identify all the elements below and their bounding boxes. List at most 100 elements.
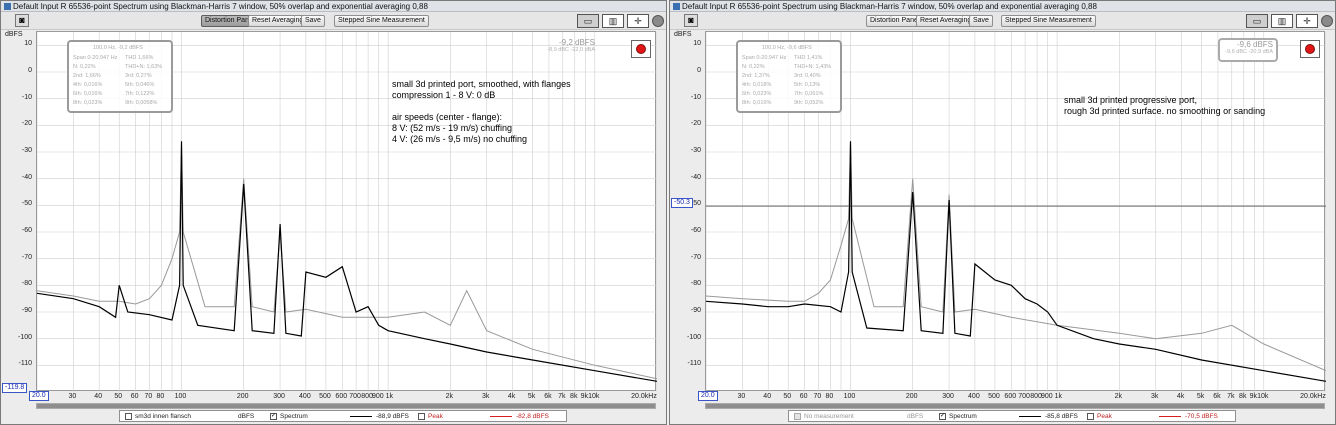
scrollbar-thumb[interactable] — [706, 404, 1324, 408]
record-button[interactable] — [1300, 40, 1320, 58]
fit-axes-icon[interactable]: ✛ — [1296, 14, 1318, 28]
table-view-icon[interactable]: ▥ — [602, 14, 624, 28]
distortion-panel-button[interactable]: Distortion Panel — [866, 15, 924, 27]
overlay-unit: dBFS — [907, 413, 924, 420]
reset-averaging-button[interactable]: Reset Averaging — [248, 15, 308, 27]
x-tick-label: 3k — [482, 393, 490, 400]
x-start-readout[interactable]: 20.0 — [29, 391, 49, 401]
distortion-value: THD 1,41% — [794, 55, 823, 61]
distortion-value: 2nd: 1,37% — [742, 73, 770, 79]
y-tick-label: 10 — [693, 40, 701, 48]
y-tick-label: -80 — [21, 280, 32, 288]
series-line-spectrum — [706, 141, 1326, 382]
spectrum-checkbox[interactable]: ✓ — [939, 413, 946, 420]
x-tick-label: 6k — [544, 393, 552, 400]
horizontal-scrollbar[interactable] — [36, 403, 656, 409]
y-tick-label: -10 — [690, 93, 701, 101]
x-start-readout[interactable]: 20.0 — [698, 391, 718, 401]
stepped-sine-button[interactable]: Stepped Sine Measurement — [334, 15, 429, 27]
x-tick-label: 2k — [1114, 393, 1123, 400]
table-view-icon[interactable]: ▥ — [1271, 14, 1293, 28]
x-tick-label: 8k — [570, 393, 578, 400]
display-mode-icon[interactable]: ▭ — [1246, 14, 1268, 28]
x-tick-label: 9k — [1249, 393, 1258, 400]
x-tick-label: 10k — [1257, 393, 1269, 400]
stepped-sine-button[interactable]: Stepped Sine Measurement — [1001, 15, 1096, 27]
save-button[interactable]: Save — [301, 15, 325, 27]
x-tick-label: 7k — [1227, 393, 1235, 400]
distortion-value: 3rd: 0,27% — [125, 73, 152, 79]
x-tick-label: 20.0kHz — [631, 393, 657, 400]
app-icon — [4, 3, 11, 10]
spectrum-plot[interactable]: 100,0 Hz, -9,2 dBFS Span 0-20.947 Hz THD … — [36, 31, 657, 392]
level-readout: -9,2 dBFS -8,9 dBC -22,0 dBA — [535, 38, 595, 62]
distortion-value: 5th: 0,13% — [794, 82, 821, 88]
y-axis-unit: dBFS — [674, 31, 692, 38]
x-tick-label: 6k — [1213, 393, 1221, 400]
distortion-value: THD+N: 1,43% — [794, 64, 832, 70]
settings-icon[interactable] — [652, 15, 664, 27]
x-tick-label: 9k — [580, 393, 589, 400]
spectrum-checkbox[interactable]: ✓ — [270, 413, 277, 420]
overlay-checkbox[interactable] — [794, 413, 801, 420]
y-tick-label: -70 — [690, 253, 701, 261]
overlay-name: sm3d innen flansch — [135, 413, 192, 420]
y-tick-label: -70 — [21, 253, 32, 261]
x-tick-label: 900 1k — [1041, 393, 1063, 400]
distortion-panel[interactable]: 100,0 Hz, -9,6 dBFS Span 0-20.947 Hz THD … — [736, 40, 842, 113]
reset-averaging-button[interactable]: Reset Averaging — [916, 15, 976, 27]
x-tick-label: 500 — [319, 393, 331, 400]
camera-icon[interactable]: ◙ — [15, 14, 29, 27]
spectrum-swatch — [1019, 416, 1041, 417]
distortion-value: 9th: 0,0058% — [125, 100, 158, 106]
y-tick-label: -110 — [18, 360, 33, 368]
spectrum-window-left: Default Input R 65536-point Spectrum usi… — [0, 0, 667, 425]
peak-checkbox[interactable] — [1087, 413, 1094, 420]
window-title: Default Input R 65536-point Spectrum usi… — [682, 2, 1097, 11]
x-tick-label: 300 — [942, 393, 954, 400]
settings-icon[interactable] — [1321, 15, 1333, 27]
y-tick-label: -100 — [686, 333, 701, 341]
spectrum-label: Spectrum — [280, 413, 308, 420]
x-tick-label: 70 — [144, 393, 153, 400]
peak-swatch — [490, 416, 512, 417]
legend-bar: No measurement dBFS ✓ Spectrum -85,8 dBF… — [788, 410, 1236, 422]
peak-value: -82,8 dBFS — [516, 413, 549, 420]
series-line-spectrum — [37, 141, 657, 382]
peak-checkbox[interactable] — [418, 413, 425, 420]
x-tick-label: 400 — [968, 393, 980, 400]
y-cursor-readout[interactable]: -50.3 — [671, 198, 693, 208]
x-tick-label: 60 — [130, 393, 139, 400]
x-tick-label: 20.0kHz — [1300, 393, 1326, 400]
x-tick-label: 600 — [335, 393, 348, 400]
save-button[interactable]: Save — [969, 15, 993, 27]
peak-value: -70,5 dBFS — [1185, 413, 1218, 420]
distortion-value: 8th: 0,023% — [73, 100, 103, 106]
display-mode-icon[interactable]: ▭ — [577, 14, 599, 28]
camera-icon[interactable]: ◙ — [684, 14, 698, 27]
distortion-value: 3rd: 0,40% — [794, 73, 821, 79]
peak-label: Peak — [428, 413, 443, 420]
horizontal-scrollbar[interactable] — [705, 403, 1325, 409]
x-tick-label: 2k — [445, 393, 454, 400]
x-tick-label: 200 — [236, 393, 249, 400]
record-button[interactable] — [631, 40, 651, 58]
x-tick-label: 200 — [905, 393, 918, 400]
y-tick-label: -20 — [690, 120, 701, 128]
legend-bar: sm3d innen flansch dBFS ✓ Spectrum -88,9… — [119, 410, 567, 422]
distortion-panel[interactable]: 100,0 Hz, -9,2 dBFS Span 0-20.947 Hz THD … — [67, 40, 173, 113]
level-weighted: -8,9 dBC -22,0 dBA — [547, 47, 595, 53]
overlay-checkbox[interactable] — [125, 413, 132, 420]
spectrum-value: -88,9 dBFS — [376, 413, 409, 420]
spectrum-value: -85,8 dBFS — [1045, 413, 1078, 420]
y-cursor-readout[interactable]: -119.8 — [2, 383, 28, 393]
record-icon — [636, 44, 646, 54]
x-tick-label: 5k — [1196, 393, 1205, 400]
toolbar: ◙ Distortion Panel Reset Averaging Save … — [1, 12, 666, 30]
series-line-sm3d-innen-flansch — [37, 143, 657, 380]
fit-axes-icon[interactable]: ✛ — [627, 14, 649, 28]
spectrum-plot[interactable]: 100,0 Hz, -9,6 dBFS Span 0-20.947 Hz THD … — [705, 31, 1326, 392]
scrollbar-thumb[interactable] — [37, 404, 655, 408]
title-bar: Default Input R 65536-point Spectrum usi… — [1, 1, 666, 12]
distortion-header: 100,0 Hz, -9,2 dBFS — [93, 45, 143, 51]
